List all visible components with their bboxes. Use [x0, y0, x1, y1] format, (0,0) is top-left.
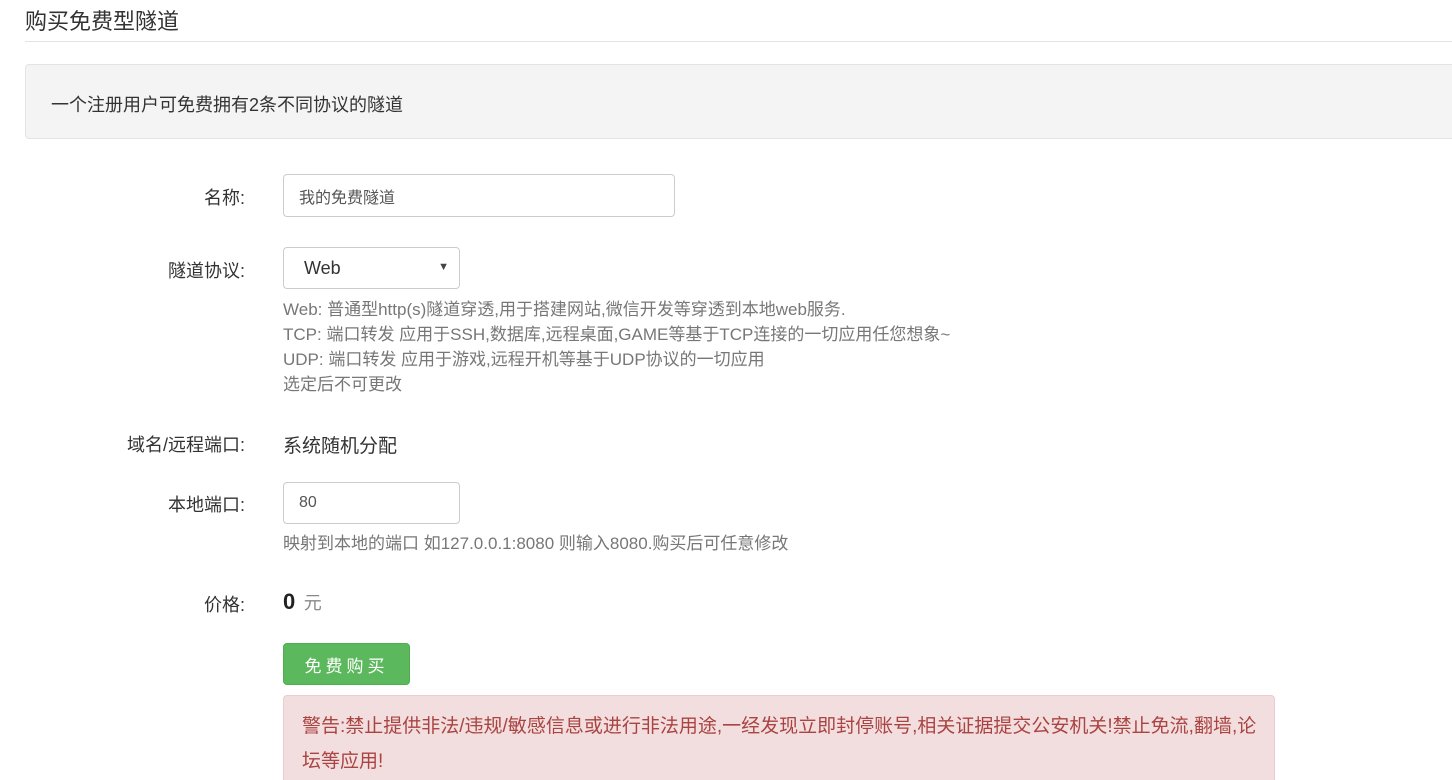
warning-text: 警告:禁止提供非法/违规/敏感信息或进行非法用途,一经发现立即封停账号,相关证据… — [302, 716, 1257, 772]
info-notice: 一个注册用户可免费拥有2条不同协议的隧道 — [25, 64, 1452, 139]
warning-alert: 警告:禁止提供非法/违规/敏感信息或进行非法用途,一经发现立即封停账号,相关证据… — [283, 695, 1275, 780]
protocol-help-udp: UDP: 端口转发 应用于游戏,远程开机等基于UDP协议的一切应用 — [283, 350, 765, 369]
name-label: 名称: — [203, 188, 245, 208]
price-unit: 元 — [303, 593, 322, 613]
title-divider — [25, 41, 1452, 42]
protocol-help-note: 选定后不可更改 — [283, 375, 402, 394]
caret-down-icon: ▼ — [438, 261, 449, 273]
local-port-value: 80 — [299, 494, 317, 511]
tunnel-name-input[interactable]: 我的免费隧道 — [283, 174, 675, 217]
page-title: 购买免费型隧道 — [25, 9, 180, 34]
protocol-label: 隧道协议: — [167, 261, 245, 281]
local-port-help: 映射到本地的端口 如127.0.0.1:8080 则输入8080.购买后可任意修… — [283, 534, 789, 553]
domain-value: 系统随机分配 — [283, 436, 398, 457]
domain-label: 域名/远程端口: — [126, 435, 245, 455]
local-port-input[interactable]: 80 — [283, 482, 460, 524]
protocol-help-web: Web: 普通型http(s)隧道穿透,用于搭建网站,微信开发等穿透到本地web… — [283, 300, 846, 319]
tunnel-name-value: 我的免费隧道 — [299, 189, 396, 207]
free-purchase-button[interactable]: 免费购买 — [283, 643, 410, 685]
price-label: 价格: — [203, 595, 245, 615]
price-amount: 0 — [283, 589, 296, 614]
protocol-help-tcp: TCP: 端口转发 应用于SSH,数据库,远程桌面,GAME等基于TCP连接的一… — [283, 325, 951, 344]
notice-text: 一个注册用户可免费拥有2条不同协议的隧道 — [51, 95, 404, 115]
protocol-selected-value: Web — [304, 258, 341, 278]
local-port-label: 本地端口: — [167, 495, 245, 515]
protocol-select[interactable]: Web ▼ — [283, 247, 460, 289]
price-display: 0 元 — [283, 589, 322, 615]
